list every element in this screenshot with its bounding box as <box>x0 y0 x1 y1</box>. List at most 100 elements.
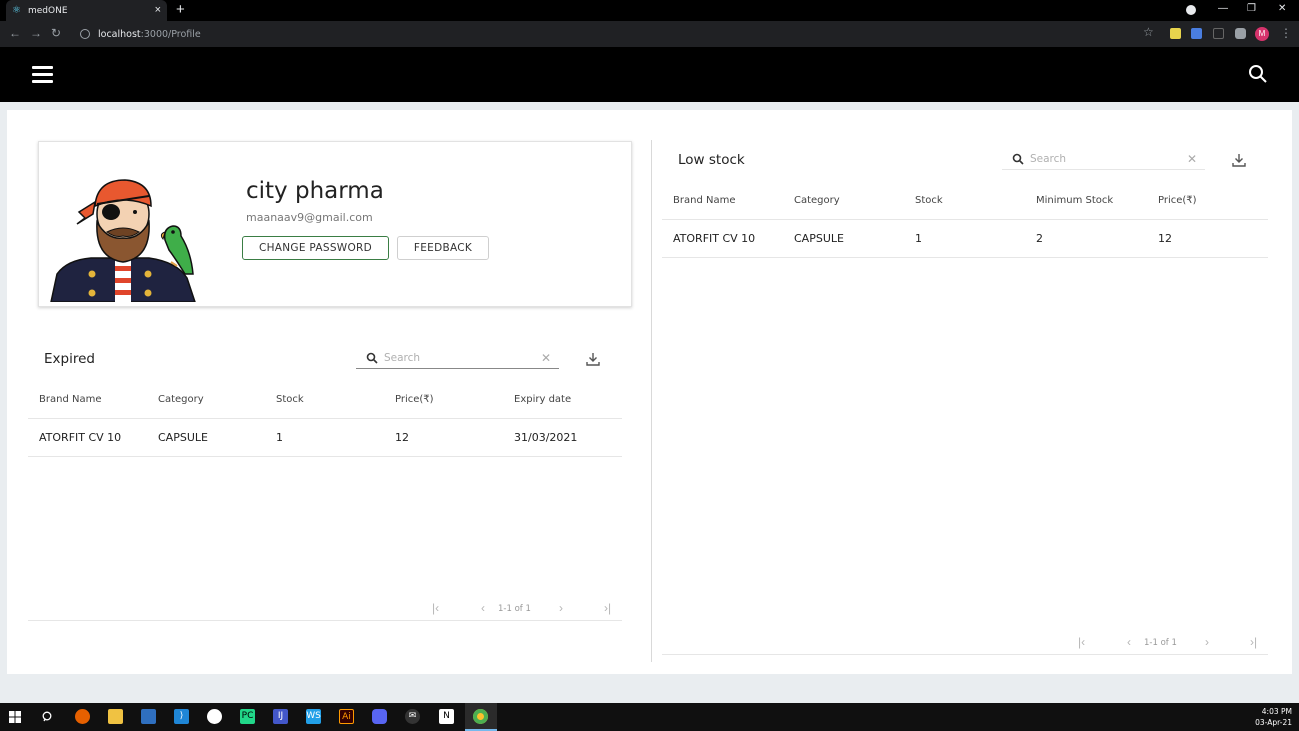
extension-disabled-icon[interactable] <box>1213 28 1224 39</box>
taskbar-search-icon[interactable] <box>42 711 54 723</box>
profile-card: city pharma maanaav9@gmail.com CHANGE PA… <box>38 141 632 307</box>
app-header <box>0 47 1299 102</box>
cell-brand-name: ATORFIT CV 10 <box>673 232 756 245</box>
cell-expiry-date: 31/03/2021 <box>514 431 578 444</box>
pirate-avatar-illustration <box>50 179 196 302</box>
minimize-icon[interactable]: — <box>1218 3 1228 15</box>
illustrator-icon[interactable]: Ai <box>339 709 354 724</box>
expired-title: Expired <box>44 351 95 367</box>
bookmark-star-icon[interactable]: ☆ <box>1143 25 1154 39</box>
browser-profile-icon[interactable] <box>1186 5 1196 15</box>
table-header: Brand Name Category Stock Minimum Stock … <box>662 182 1268 220</box>
discord-icon[interactable] <box>372 709 387 724</box>
cell-price: 12 <box>1158 232 1172 245</box>
table-row[interactable]: ATORFIT CV 10 CAPSULE 1 2 12 <box>662 220 1268 258</box>
address-bar[interactable]: localhost:3000/Profile <box>74 24 1164 44</box>
column-stock[interactable]: Stock <box>915 182 943 220</box>
store-icon[interactable] <box>141 709 156 724</box>
column-divider <box>651 140 652 662</box>
vscode-icon[interactable]: ⟩ <box>174 709 189 724</box>
windows-start-icon[interactable] <box>9 711 21 723</box>
pycharm-icon[interactable]: PC <box>240 709 255 724</box>
cell-stock: 1 <box>915 232 922 245</box>
file-explorer-icon[interactable] <box>108 709 123 724</box>
column-expiry-date[interactable]: Expiry date <box>514 381 571 419</box>
clock-time: 4:03 PM <box>1261 707 1292 716</box>
search-icon <box>366 352 378 364</box>
cell-stock: 1 <box>276 431 283 444</box>
next-page-icon[interactable]: › <box>1205 635 1209 649</box>
extension-docs-icon[interactable] <box>1191 28 1202 39</box>
intellij-icon[interactable]: IJ <box>273 709 288 724</box>
table-row[interactable]: ATORFIT CV 10 CAPSULE 1 12 31/03/2021 <box>28 419 622 457</box>
notion-icon[interactable]: N <box>439 709 454 724</box>
browser-tab-strip: ⚛ medONE × + — ❐ ✕ <box>0 0 1299 21</box>
chrome-icon[interactable] <box>473 709 488 724</box>
restore-icon[interactable]: ❐ <box>1247 3 1256 15</box>
cell-brand-name: ATORFIT CV 10 <box>39 431 122 444</box>
last-page-icon[interactable]: ›| <box>604 601 611 615</box>
reload-icon[interactable]: ↻ <box>51 26 61 40</box>
column-category[interactable]: Category <box>158 381 204 419</box>
window-close-icon[interactable]: ✕ <box>1278 3 1286 15</box>
search-placeholder: Search <box>1030 152 1067 165</box>
webstorm-icon[interactable]: WS <box>306 709 321 724</box>
cell-minimum-stock: 2 <box>1036 232 1043 245</box>
download-icon[interactable] <box>585 351 601 367</box>
low-stock-search-input[interactable]: Search ✕ <box>1002 148 1205 170</box>
system-clock[interactable]: 4:03 PM 03-Apr-21 <box>1250 706 1292 728</box>
pagination-label: 1-1 of 1 <box>498 604 531 614</box>
extension-notes-icon[interactable] <box>1170 28 1181 39</box>
column-brand-name[interactable]: Brand Name <box>39 381 101 419</box>
first-page-icon[interactable]: |‹ <box>432 601 439 615</box>
clear-search-icon[interactable]: ✕ <box>541 351 551 365</box>
column-price[interactable]: Price(₹) <box>395 381 434 419</box>
forward-icon[interactable]: → <box>30 26 42 40</box>
github-icon[interactable] <box>207 709 222 724</box>
mail-app-icon[interactable]: ✉ <box>405 709 420 724</box>
change-password-button[interactable]: CHANGE PASSWORD <box>242 236 389 260</box>
low-stock-title: Low stock <box>678 152 745 168</box>
clear-search-icon[interactable]: ✕ <box>1187 152 1197 166</box>
clock-date: 03-Apr-21 <box>1255 718 1292 727</box>
search-icon[interactable] <box>1248 64 1268 84</box>
expired-search-input[interactable]: Search ✕ <box>356 347 559 369</box>
next-page-icon[interactable]: › <box>559 601 563 615</box>
menu-hamburger-icon[interactable] <box>32 66 53 83</box>
table-header: Brand Name Category Stock Price(₹) Expir… <box>28 381 622 419</box>
browser-tab[interactable]: ⚛ medONE × <box>6 0 167 21</box>
url-text: localhost:3000/Profile <box>98 28 201 40</box>
browser-menu-icon[interactable]: ⋮ <box>1280 26 1292 40</box>
last-page-icon[interactable]: ›| <box>1250 635 1257 649</box>
column-stock[interactable]: Stock <box>276 381 304 419</box>
prev-page-icon[interactable]: ‹ <box>481 601 485 615</box>
cell-category: CAPSULE <box>794 232 844 245</box>
tab-close-icon[interactable]: × <box>155 5 161 16</box>
low-stock-pagination: |‹ ‹ 1-1 of 1 › ›| <box>662 633 1268 655</box>
browser-toolbar: ← → ↻ localhost:3000/Profile ☆ M ⋮ <box>0 21 1299 47</box>
pagination-label: 1-1 of 1 <box>1144 638 1177 648</box>
first-page-icon[interactable]: |‹ <box>1078 635 1085 649</box>
column-brand-name[interactable]: Brand Name <box>673 182 735 220</box>
back-icon[interactable]: ← <box>9 26 21 40</box>
column-price[interactable]: Price(₹) <box>1158 182 1197 220</box>
feedback-button[interactable]: FEEDBACK <box>397 236 489 260</box>
extensions-puzzle-icon[interactable] <box>1235 28 1246 39</box>
search-icon <box>1012 153 1024 165</box>
column-category[interactable]: Category <box>794 182 840 220</box>
firefox-icon[interactable] <box>75 709 90 724</box>
column-minimum-stock[interactable]: Minimum Stock <box>1036 182 1113 220</box>
prev-page-icon[interactable]: ‹ <box>1127 635 1131 649</box>
tab-title: medONE <box>28 5 68 16</box>
windows-taskbar: ⟩ PC IJ WS Ai ✉ N 4:03 PM 03-Apr-21 <box>0 703 1299 731</box>
cell-price: 12 <box>395 431 409 444</box>
low-stock-table: Brand Name Category Stock Minimum Stock … <box>662 182 1268 258</box>
main-content: city pharma maanaav9@gmail.com CHANGE PA… <box>7 110 1292 674</box>
browser-avatar[interactable]: M <box>1255 27 1269 41</box>
site-info-icon[interactable] <box>80 29 90 39</box>
expired-pagination: |‹ ‹ 1-1 of 1 › ›| <box>28 599 622 621</box>
download-icon[interactable] <box>1231 152 1247 168</box>
new-tab-icon[interactable]: + <box>176 2 185 17</box>
search-placeholder: Search <box>384 351 421 364</box>
react-favicon-icon: ⚛ <box>12 4 21 16</box>
